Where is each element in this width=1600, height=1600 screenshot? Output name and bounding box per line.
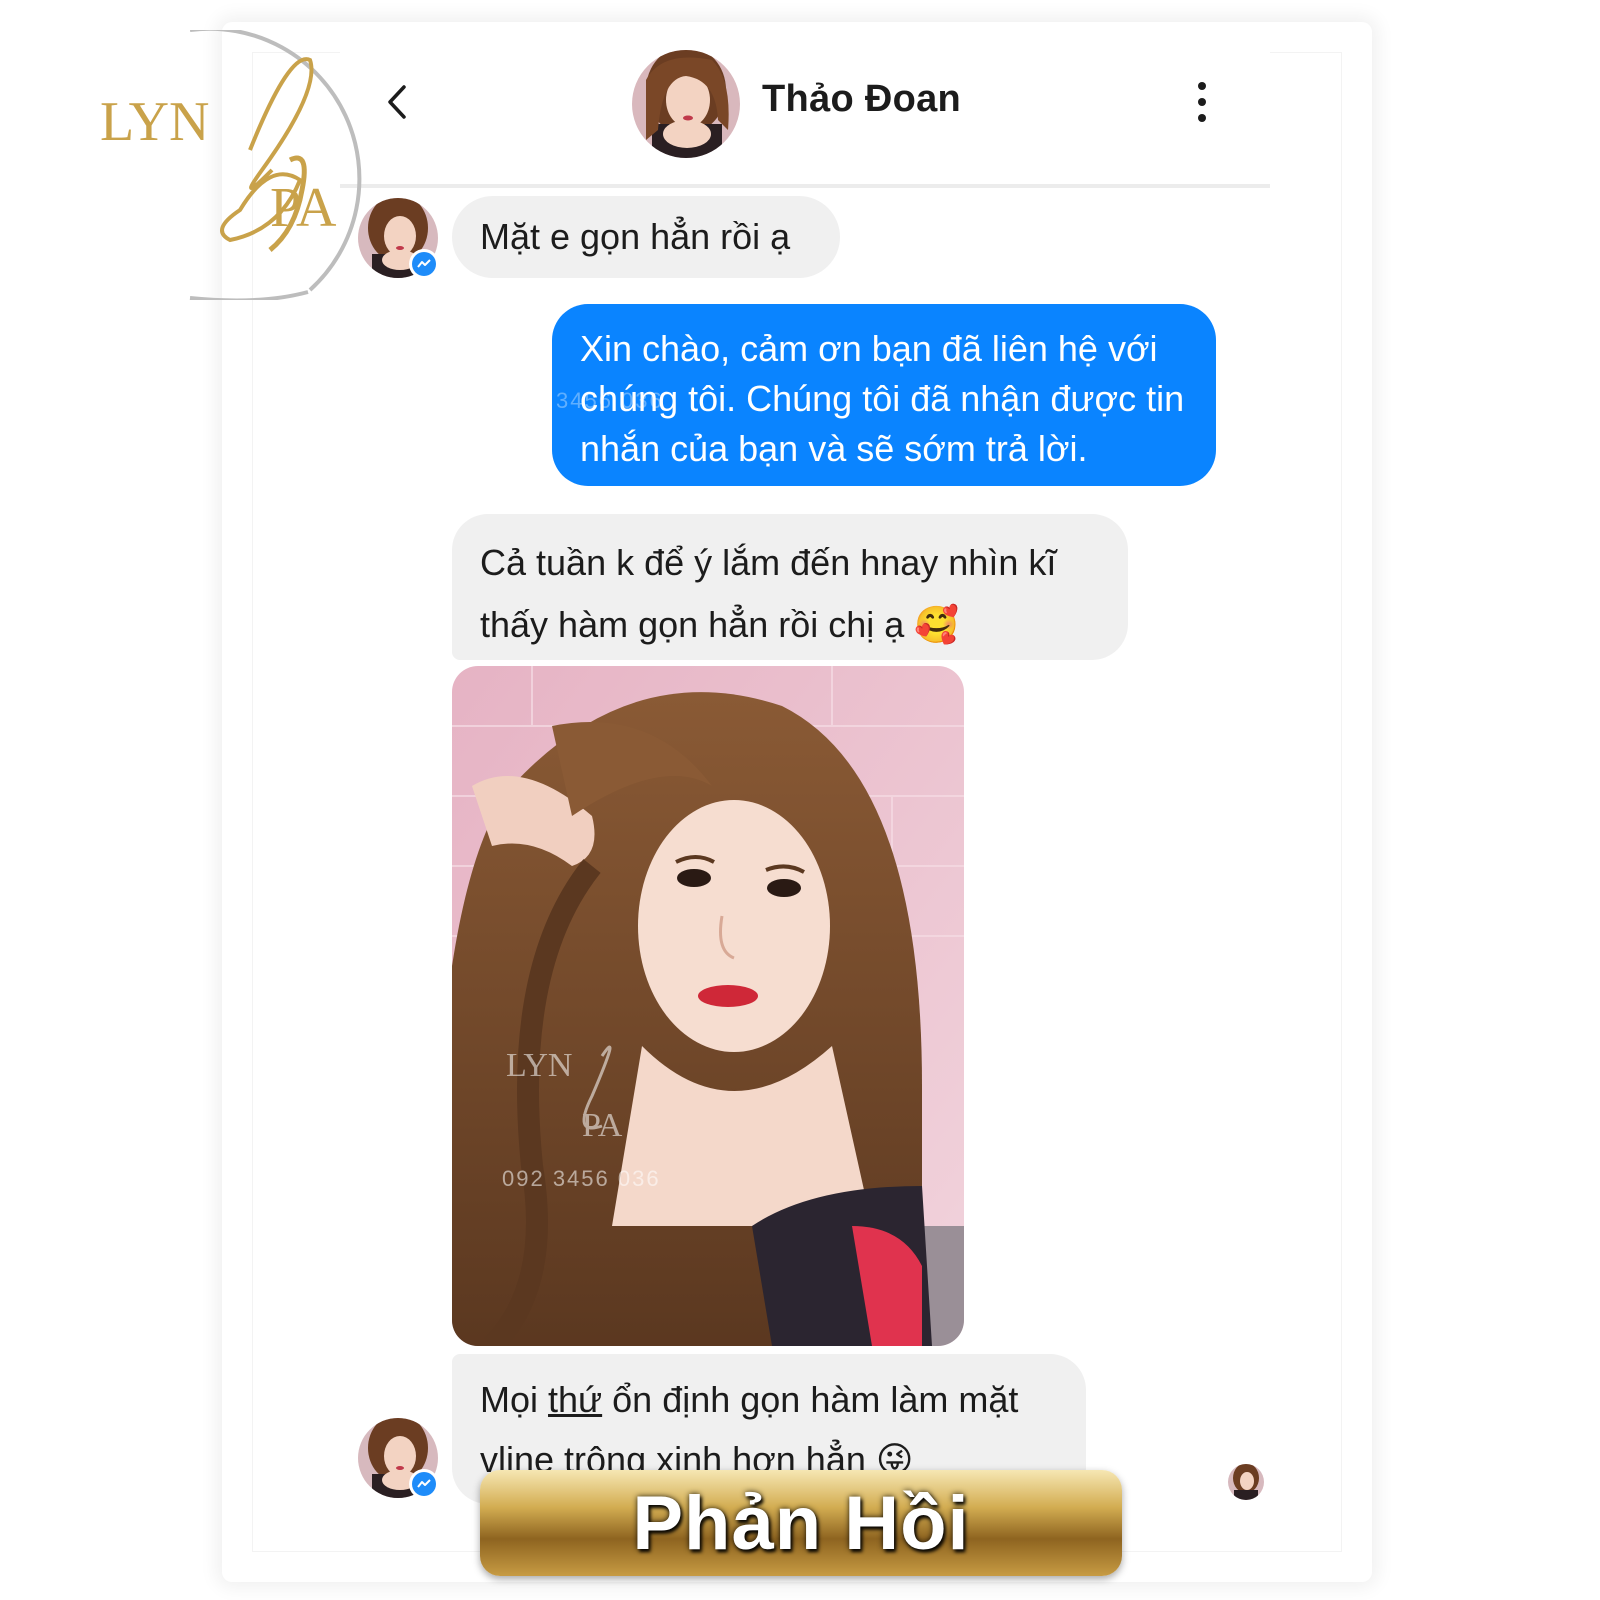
message-text: Mọi xyxy=(480,1379,549,1420)
feedback-banner[interactable]: Phản Hồi xyxy=(480,1470,1122,1576)
message-bubble-received[interactable]: Mặt e gọn hẳn rồi ạ xyxy=(452,196,840,278)
brand-logo: LYN PA xyxy=(40,26,380,303)
message-text-underlined: thứ xyxy=(548,1379,603,1420)
photo-watermark-top: LYN xyxy=(506,1047,572,1084)
message-text-line: Cả tuần k để ý lắm đến hnay nhìn kĩ xyxy=(480,542,1057,583)
message-text: Xin chào, cảm ơn bạn đã liên hệ với chún… xyxy=(580,328,1185,469)
messenger-icon xyxy=(409,1469,439,1499)
messenger-icon xyxy=(409,249,439,279)
message-text-line: thấy hàm gọn hẳn rồi chị ạ xyxy=(480,604,905,645)
message-bubble-received[interactable]: Cả tuần k để ý lắm đến hnay nhìn kĩ thấy… xyxy=(452,514,1128,660)
message-text: ổn định gọn hàm làm mặt xyxy=(602,1379,1019,1420)
chevron-left-icon xyxy=(388,85,406,119)
logo-text-top: LYN xyxy=(100,91,209,153)
banner-label: Phản Hồi xyxy=(632,1480,970,1566)
back-button[interactable] xyxy=(382,80,412,124)
photo-watermark-bottom: PA xyxy=(582,1107,623,1144)
message-photo[interactable]: LYN PA 092 3456 036 xyxy=(452,666,964,1346)
photo-watermark-phone: 092 3456 036 xyxy=(502,1166,661,1191)
more-options-button[interactable] xyxy=(1190,82,1214,122)
read-receipt-avatar xyxy=(1228,1464,1264,1500)
smiling-hearts-emoji: 🥰 xyxy=(914,605,960,646)
contact-avatar[interactable] xyxy=(632,50,740,158)
message-text: Mặt e gọn hẳn rồi ạ xyxy=(480,216,791,257)
contact-name: Thảo Đoan xyxy=(762,78,962,120)
watermark-phone-faint: 3456 036 xyxy=(556,388,664,413)
kebab-menu-icon xyxy=(1198,82,1206,90)
